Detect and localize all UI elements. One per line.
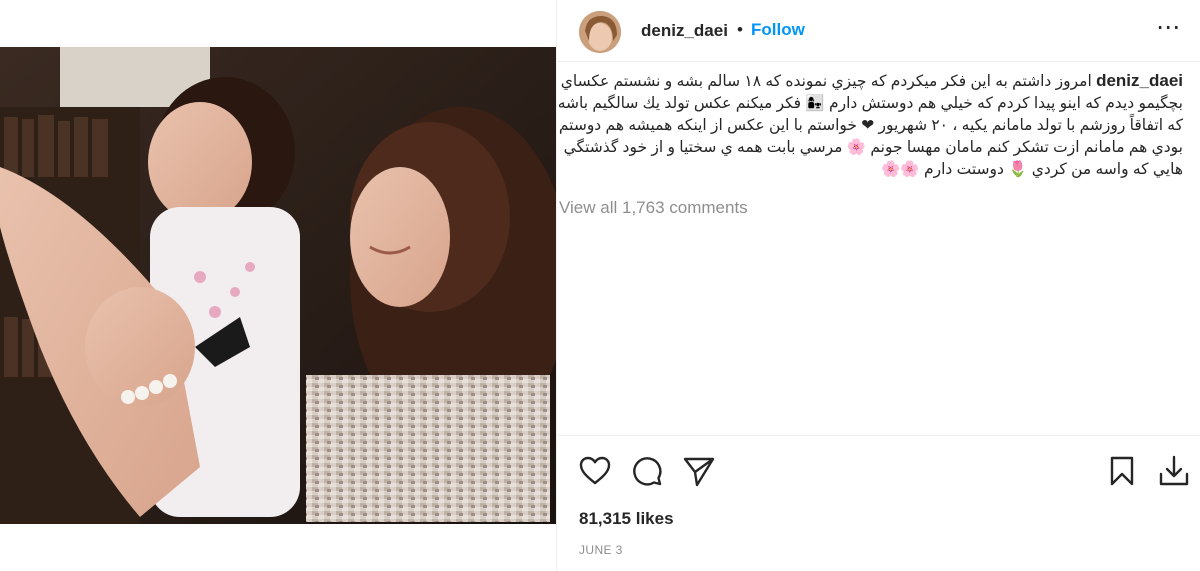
comment-icon[interactable]: [630, 454, 664, 488]
download-icon[interactable]: [1157, 454, 1191, 488]
follow-button[interactable]: Follow: [751, 20, 805, 40]
post-media-pane: [0, 0, 556, 571]
avatar-image: [579, 11, 621, 53]
comments-section: deniz_daei امروز داشتم به این فکر میکردم…: [557, 64, 1200, 436]
post-caption: deniz_daei امروز داشتم به این فکر میکردم…: [553, 70, 1183, 181]
more-options-icon[interactable]: ⋯: [1156, 16, 1181, 40]
post-details-panel: deniz_daei • Follow ⋯ deniz_daei امروز د…: [556, 0, 1200, 571]
post-header: deniz_daei • Follow ⋯: [557, 0, 1200, 62]
likes-count[interactable]: 81,315 likes: [579, 509, 674, 529]
post-actions-bar: [557, 450, 1200, 492]
caption-username[interactable]: deniz_daei: [1096, 71, 1183, 90]
view-all-comments-link[interactable]: View all 1,763 comments: [559, 198, 748, 218]
heart-icon[interactable]: [578, 454, 612, 488]
caption-text: امروز داشتم به این فکر میکردم که چیزي نم…: [557, 73, 1183, 178]
post-photo-illustration: [0, 47, 556, 524]
post-photo[interactable]: [0, 47, 556, 524]
separator-dot: •: [737, 20, 743, 39]
avatar[interactable]: [579, 11, 621, 53]
post-date: JUNE 3: [579, 543, 623, 557]
send-icon[interactable]: [682, 454, 716, 488]
post-username[interactable]: deniz_daei: [641, 21, 728, 41]
bookmark-icon[interactable]: [1105, 454, 1139, 488]
